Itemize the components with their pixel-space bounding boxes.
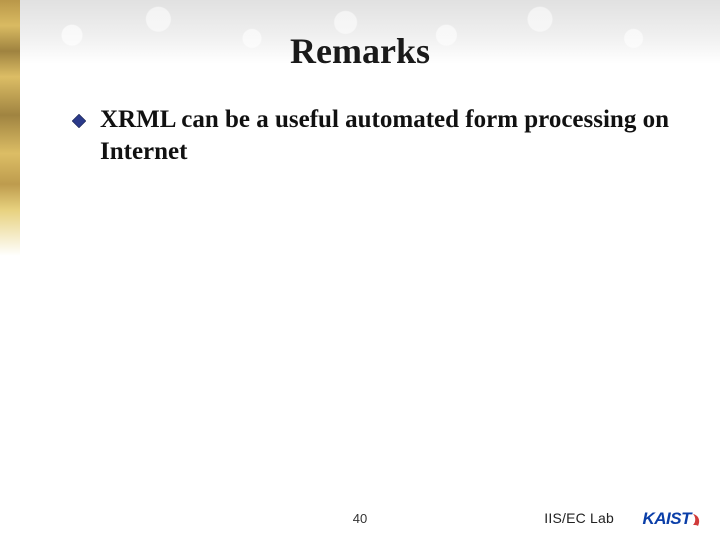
bullet-item: XRML can be a useful automated form proc…: [70, 104, 670, 168]
slide-title: Remarks: [0, 30, 720, 72]
slide-body: XRML can be a useful automated form proc…: [70, 104, 670, 168]
kaist-logo-text: KAIST: [643, 509, 692, 529]
slide: Remarks XRML can be a useful automated f…: [0, 0, 720, 540]
lab-label: IIS/EC Lab: [544, 510, 614, 526]
kaist-logo: KAIST: [643, 509, 703, 529]
diamond-bullet-icon: [70, 110, 88, 132]
bullet-text: XRML can be a useful automated form proc…: [100, 104, 670, 168]
slide-footer: 40 IIS/EC Lab KAIST: [0, 502, 720, 526]
kaist-swoosh-icon: [692, 512, 702, 526]
